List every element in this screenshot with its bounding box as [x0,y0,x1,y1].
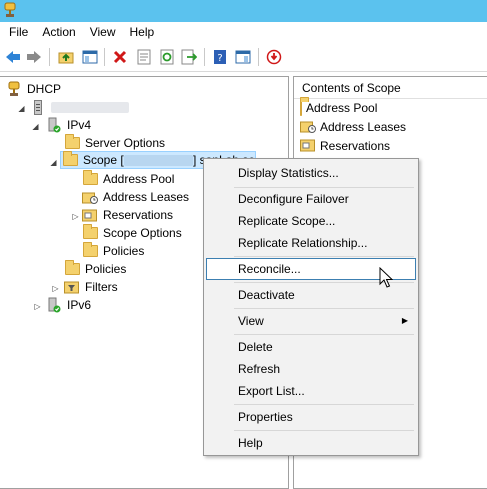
server-options-icon [64,134,80,151]
tree-node-filters[interactable]: Filters [64,278,118,296]
menu-file[interactable]: File [2,22,35,42]
scope-options-icon [82,224,98,241]
tree-node-address-pool[interactable]: Address Pool [82,170,174,188]
toolbar: ? [0,42,487,72]
menu-item-export-list[interactable]: Export List... [206,380,416,402]
menu-separator [234,256,414,257]
toolbar-separator [258,48,259,66]
tree-node-scope-policies[interactable]: Policies [82,242,144,260]
menu-separator [234,334,414,335]
show-action-pane-icon[interactable] [233,47,253,67]
tree-node-server[interactable] [30,98,129,116]
details-label-address-leases: Address Leases [320,120,407,134]
title-bar[interactable] [0,0,487,22]
tree-label-scope-prefix: Scope [ [83,153,124,167]
properties-icon[interactable] [134,47,154,67]
scope-context-menu: Display Statistics... Deconfigure Failov… [203,158,419,456]
menu-help[interactable]: Help [123,22,162,42]
address-leases-icon [300,119,316,136]
refresh-icon[interactable] [157,47,177,67]
expander-ipv6-collapsed[interactable]: ▷ [33,302,42,311]
dhcp-trophy-icon [6,81,22,97]
ipv6-server-check-icon [46,297,62,313]
menu-bar: File Action View Help [0,22,487,42]
tree-label-address-pool: Address Pool [103,172,175,186]
expander-reservations-collapsed[interactable]: ▷ [71,212,80,221]
menu-item-view-label: View [238,314,264,328]
menu-item-properties[interactable]: Properties [206,406,416,428]
dhcp-app-icon [4,2,16,17]
menu-separator [234,430,414,431]
forward-icon[interactable] [24,47,44,67]
menu-view[interactable]: View [83,22,123,42]
delete-icon[interactable] [110,47,130,67]
menu-item-delete[interactable]: Delete [206,336,416,358]
filters-funnel-icon [64,279,80,295]
details-item-address-pool[interactable]: Address Pool [300,99,377,117]
menu-item-replicate-scope[interactable]: Replicate Scope... [206,210,416,232]
menu-separator [234,308,414,309]
scope-policies-icon [82,242,98,259]
stop-icon[interactable] [264,47,284,67]
address-pool-icon [300,100,302,116]
details-item-reservations[interactable]: Reservations [300,137,390,155]
tree-label-server-options: Server Options [85,136,166,150]
details-label-reservations: Reservations [320,139,391,153]
details-label-address-pool: Address Pool [306,101,378,115]
reservations-icon [300,138,316,155]
mouse-pointer-icon [379,267,393,288]
tree-label-scope-options: Scope Options [103,226,182,240]
address-leases-icon [82,189,98,205]
tree-node-ipv4[interactable]: IPv4 [46,116,91,134]
submenu-arrow-icon: ▶ [401,316,408,325]
reservations-icon [82,207,98,223]
menu-item-view[interactable]: View ▶ [206,310,416,332]
toolbar-separator [49,48,50,66]
svg-text:?: ? [217,53,222,64]
tree-label-address-leases: Address Leases [103,190,190,204]
tree-node-policies[interactable]: Policies [64,260,126,278]
tree-node-ipv6[interactable]: IPv6 [46,296,91,314]
show-hide-tree-icon[interactable] [80,47,100,67]
toolbar-separator [204,48,205,66]
toolbar-separator [104,48,105,66]
menu-item-refresh[interactable]: Refresh [206,358,416,380]
menu-item-display-statistics[interactable]: Display Statistics... [206,162,416,184]
tree-label-reservations: Reservations [103,208,174,222]
menu-item-deconfigure-failover[interactable]: Deconfigure Failover [206,188,416,210]
expander-scope-expanded[interactable]: ◢ [49,158,58,167]
back-icon[interactable] [3,47,23,67]
tree-label-ipv6: IPv6 [67,298,92,312]
up-folder-icon[interactable] [56,47,76,67]
server-icon [30,99,46,115]
details-item-address-leases[interactable]: Address Leases [300,118,406,136]
scope-address-redacted [123,154,193,166]
expander-server-expanded[interactable]: ◢ [17,104,26,113]
menu-separator [234,404,414,405]
tree-label-dhcp: DHCP [27,82,62,96]
tree-label-scope-policies: Policies [103,244,145,258]
tree-node-dhcp[interactable]: DHCP [6,80,61,98]
export-list-icon[interactable] [179,47,199,67]
help-icon[interactable]: ? [210,47,230,67]
menu-item-help[interactable]: Help [206,432,416,454]
menu-action[interactable]: Action [35,22,82,42]
details-column-header[interactable]: Contents of Scope [294,77,487,99]
tree-node-server-options[interactable]: Server Options [64,134,165,152]
menu-item-replicate-relationship[interactable]: Replicate Relationship... [206,232,416,254]
expander-ipv4-expanded[interactable]: ◢ [31,122,40,131]
tree-label-ipv4: IPv4 [67,118,92,132]
tree-label-filters: Filters [85,280,118,294]
expander-filters-collapsed[interactable]: ▷ [51,284,60,293]
tree-node-address-leases[interactable]: Address Leases [82,188,189,206]
server-name-redacted [51,101,129,113]
address-pool-icon [82,170,98,187]
tree-label-policies: Policies [85,262,127,276]
scope-folder-icon [63,151,78,168]
policies-icon [64,260,80,277]
tree-node-reservations[interactable]: Reservations [82,206,173,224]
ipv4-server-check-icon [46,117,62,133]
tree-node-scope-options[interactable]: Scope Options [82,224,182,242]
